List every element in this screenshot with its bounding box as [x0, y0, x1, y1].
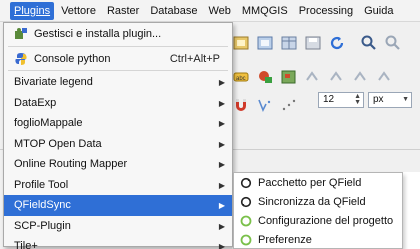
chevron-right-icon: ▶ [218, 221, 225, 231]
menu-raster[interactable]: Raster [103, 2, 143, 20]
menu-item-mtop-open-data[interactable]: MTOP Open Data ▶ [4, 134, 232, 155]
menu-database[interactable]: Database [146, 2, 201, 20]
menu-web[interactable]: Web [204, 2, 234, 20]
menu-guida[interactable]: Guida [360, 2, 397, 20]
menu-processing[interactable]: Processing [295, 2, 357, 20]
unit-select[interactable]: px ▼ [368, 92, 412, 108]
qfield-ring-icon [240, 234, 252, 246]
svg-text:abc: abc [236, 76, 246, 82]
menu-item-profile-tool[interactable]: Profile Tool ▶ [4, 175, 232, 196]
sync-arrow-icon [240, 177, 252, 189]
label-change-icon[interactable] [328, 68, 346, 86]
submenu-item-sync-from-qfield[interactable]: Sincronizza da QField [234, 192, 402, 211]
add-layer-icon[interactable] [256, 34, 274, 52]
toolbar-row-1 [232, 30, 408, 56]
label-rotate-icon[interactable] [304, 68, 322, 86]
qfieldsync-submenu: Pacchetto per QField Sincronizza da QFie… [233, 172, 403, 249]
toolbar-row-3 [232, 92, 304, 118]
font-size-spinbox[interactable]: 12 ▲ ▼ [318, 92, 364, 108]
chevron-right-icon: ▶ [218, 139, 225, 149]
unit-value: px [373, 94, 384, 105]
menu-plugins[interactable]: Plugins [10, 1, 55, 20]
table-icon[interactable] [280, 34, 298, 52]
python-icon [14, 52, 28, 66]
menu-vettore[interactable]: Vettore [57, 2, 100, 20]
menu-mmqgis[interactable]: MMQGIS [238, 2, 292, 20]
menu-item-bivariate-legend[interactable]: Bivariate legend ▶ [4, 72, 232, 93]
menu-item-manage-plugins[interactable]: Gestisci e installa plugin... [4, 23, 232, 45]
font-size-value: 12 [323, 94, 335, 105]
refresh-icon[interactable] [328, 34, 346, 52]
menu-bar: Plugins Vettore Raster Database Web MMQG… [0, 0, 420, 22]
spin-arrows-icon[interactable]: ▲ ▼ [354, 93, 361, 106]
menu-item-tile-plus[interactable]: Tile+ ▶ [4, 236, 232, 249]
chevron-right-icon: ▶ [218, 242, 225, 249]
zoom-icon[interactable] [360, 34, 378, 52]
toolbar-row-2: abc [232, 64, 400, 90]
plugin-puzzle-icon [14, 27, 28, 41]
menu-item-scp-plugin[interactable]: SCP-Plugin ▶ [4, 216, 232, 237]
plugins-menu: Gestisci e installa plugin... Console py… [3, 22, 233, 249]
menu-item-dataexp[interactable]: DataExp ▶ [4, 93, 232, 114]
submenu-item-preferences[interactable]: Preferenze [234, 230, 402, 249]
chevron-right-icon: ▶ [218, 160, 225, 169]
unit-dropdown-icon[interactable]: ▼ [402, 96, 409, 103]
menu-item-qfieldsync[interactable]: QFieldSync ▶ [4, 195, 232, 216]
menu-separator [8, 70, 228, 71]
chevron-right-icon: ▶ [218, 78, 225, 87]
menu-item-python-console[interactable]: Console python Ctrl+Alt+P [4, 48, 232, 69]
submenu-item-project-configuration[interactable]: Configurazione del progetto [234, 211, 402, 230]
menu-item-online-routing-mapper[interactable]: Online Routing Mapper ▶ [4, 154, 232, 175]
qfield-ring-icon [240, 215, 252, 227]
label-tool-icon[interactable]: abc [232, 68, 250, 86]
label-show-icon[interactable] [352, 68, 370, 86]
layer-group-icon[interactable] [232, 34, 250, 52]
menu-separator [8, 46, 228, 47]
label-pin-faded-icon[interactable] [376, 68, 394, 86]
menu-item-fogliomappale[interactable]: foglioMappale ▶ [4, 113, 232, 134]
zoom-faded-icon[interactable] [384, 34, 402, 52]
chevron-right-icon: ▶ [218, 180, 225, 190]
label-move-icon[interactable] [280, 68, 298, 86]
magnet-icon[interactable] [232, 96, 250, 114]
chevron-right-icon: ▶ [218, 201, 225, 210]
chevron-right-icon: ▶ [218, 98, 225, 108]
submenu-item-package-for-qfield[interactable]: Pacchetto per QField [234, 173, 402, 192]
vertex-tool-icon[interactable] [256, 96, 274, 114]
chevron-right-icon: ▶ [218, 119, 225, 128]
sync-arrow-icon [240, 196, 252, 208]
snapping-dots-icon[interactable] [280, 96, 298, 114]
save-icon[interactable] [304, 34, 322, 52]
label-pin-icon[interactable] [256, 68, 274, 86]
